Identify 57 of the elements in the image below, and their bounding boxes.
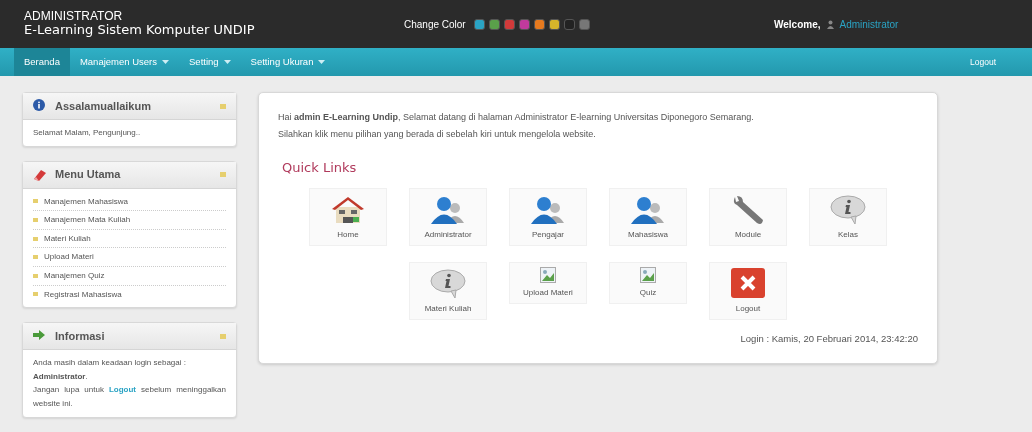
- bullet-icon: [33, 199, 38, 204]
- info-bubble-icon: [829, 192, 867, 225]
- quick-link[interactable]: Upload Materi: [509, 261, 587, 304]
- panel-title: Menu Utama: [55, 167, 122, 183]
- color-swatch[interactable]: [548, 18, 560, 30]
- menu-item[interactable]: Manajemen Quiz: [33, 266, 226, 286]
- change-color-label: Change Color: [404, 17, 466, 32]
- bullet-icon: [33, 236, 38, 241]
- quick-link[interactable]: Pengajar: [509, 187, 587, 246]
- quick-link[interactable]: Module: [709, 187, 787, 246]
- bullet-icon: [33, 292, 38, 297]
- menu-item[interactable]: Materi Kuliah: [33, 229, 226, 249]
- broken-image-icon: [540, 266, 556, 283]
- collapse-icon: [220, 333, 226, 339]
- intro-text: Hai admin E-Learning Undip, Selamat datang di halaman Administrator E-learning Universitas Diponegoro Semarang.: [278, 111, 755, 124]
- welcome-text: Welcome,: [774, 17, 821, 32]
- user-link[interactable]: Administrator: [839, 16, 899, 32]
- quick-link[interactable]: Kelas: [809, 187, 887, 246]
- color-swatch[interactable]: [563, 18, 575, 30]
- bullet-icon: [33, 218, 38, 222]
- greeting-text: Selamat Malam, Pengunjung..: [33, 127, 142, 139]
- menu-item[interactable]: Manajemen Mata Kuliah: [33, 211, 226, 230]
- panel-title: Informasi: [55, 328, 106, 344]
- info-bubble-icon: [429, 266, 467, 299]
- quick-link[interactable]: Home: [309, 187, 387, 246]
- close-icon: [729, 266, 767, 299]
- bullet-icon: [33, 273, 38, 278]
- info-icon: [33, 99, 47, 113]
- collapse-icon: [220, 103, 226, 109]
- info-text: Jangan lupa untuk Logout sebelum meninggalkan website ini.: [33, 384, 226, 410]
- menu-item[interactable]: Registrasi Mahasiswa: [33, 285, 226, 304]
- login-info: Login : Kamis, 20 Februari 2014, 23:42:20: [739, 331, 918, 346]
- color-swatch[interactable]: [533, 18, 545, 30]
- menu-item[interactable]: Manajemen Mahasiswa: [33, 192, 226, 212]
- site-title: E-Learning Sistem Komputer UNDIP: [24, 23, 256, 39]
- intro-text: Silahkan klik menu pilihan yang berada di sebelah kiri untuk mengelola website.: [278, 127, 597, 141]
- quick-link[interactable]: Quiz: [609, 261, 687, 304]
- info-text: Anda masih dalam keadaan login sebagai : Administrator.: [33, 357, 187, 383]
- collapse-icon: [220, 172, 226, 178]
- menu-item[interactable]: Upload Materi: [33, 248, 226, 267]
- color-swatch[interactable]: [503, 18, 515, 30]
- section-title: Quick Links: [282, 159, 358, 178]
- broken-image-icon: [640, 266, 656, 283]
- header-role: ADMINISTRATOR: [24, 9, 124, 24]
- panel-title: Assalamuallaikum: [55, 98, 152, 114]
- color-swatch[interactable]: [578, 18, 590, 30]
- quick-link[interactable]: Administrator: [409, 187, 487, 246]
- color-swatch[interactable]: [518, 18, 530, 30]
- nav-item[interactable]: Beranda: [14, 48, 70, 76]
- eraser-icon: [33, 167, 47, 182]
- color-swatch[interactable]: [488, 18, 500, 30]
- color-swatch[interactable]: [473, 18, 485, 30]
- quick-link[interactable]: Logout: [709, 261, 787, 320]
- bullet-icon: [33, 255, 38, 260]
- quick-link[interactable]: Materi Kuliah: [409, 261, 487, 320]
- quick-link[interactable]: Mahasiswa: [609, 187, 687, 246]
- user-icon: [826, 19, 834, 29]
